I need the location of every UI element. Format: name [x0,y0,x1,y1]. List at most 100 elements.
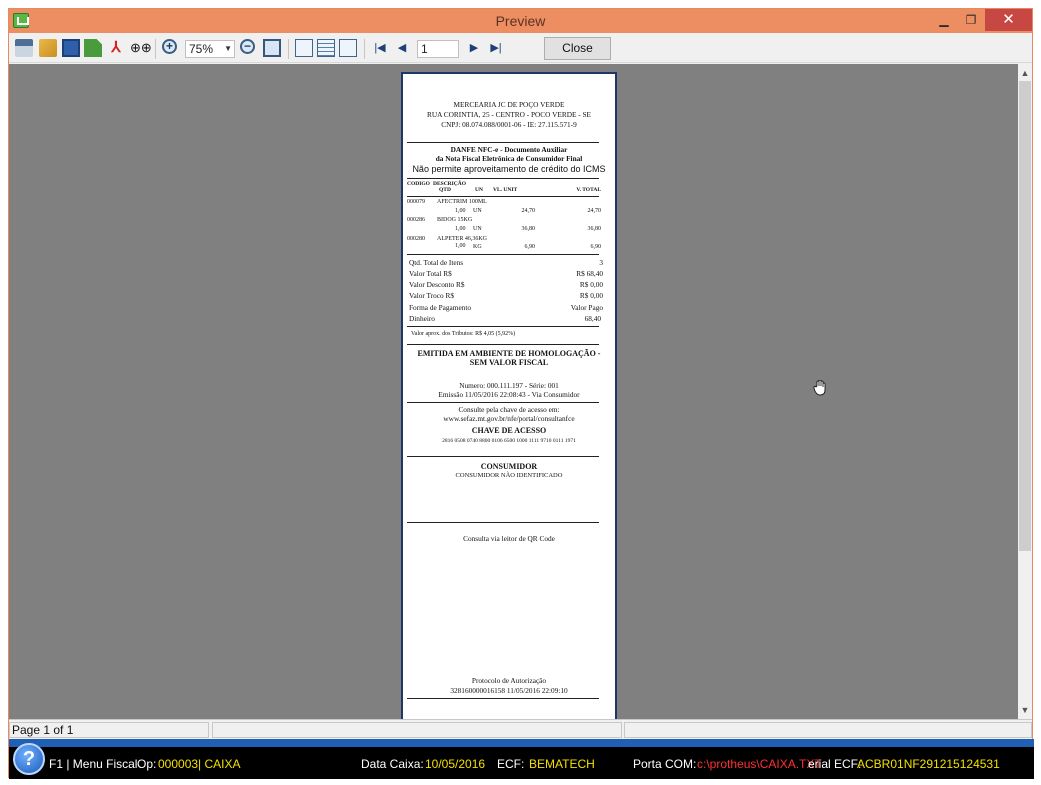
print-icon[interactable] [15,39,33,57]
preview-canvas[interactable]: MERCEARIA JC DE POÇO VERDE RUA CORINTIA,… [9,64,1018,719]
preview-window: Preview ▁ ❐ ✕ ⅄ ⊕⊕ + 75% ▼ − |◀ ◀ 1 ▶ ▶|… [8,8,1034,779]
status-panel-empty [624,722,1032,738]
store-name: MERCEARIA JC DE POÇO VERDE [453,100,565,109]
export-icon[interactable] [84,39,102,57]
total-label: Valor Desconto R$ [409,280,465,289]
consumidor-sub: CONSUMIDOR NÃO IDENTIFICADO [455,472,563,479]
divider [407,344,599,345]
total-value: R$ 0,00 [579,280,603,289]
divider [407,456,599,457]
danfe-title: DANFE NFC-e - Documento Auxiliar [450,145,568,154]
op-value: 000003| CAIXA [158,757,241,771]
serial-ecf-label: erial ECF: [808,757,862,771]
chevron-down-icon: ▼ [224,44,232,53]
qr-label: Consulta via leitor de QR Code [463,534,555,543]
title-bar[interactable]: Preview ▁ ❐ ✕ [9,9,1032,33]
item-qtd: 1,00 [455,243,466,249]
next-page-icon[interactable]: ▶ [465,39,483,57]
single-page-icon[interactable] [295,39,313,57]
close-window-button[interactable]: ✕ [985,9,1032,31]
accent-strip [9,739,1034,747]
data-caixa-value: 10/05/2016 [425,757,486,771]
op-label: Op: [137,757,157,771]
serial-ecf-value: ACBR01NF291215124531 [857,757,1000,771]
maximize-button[interactable]: ❐ [956,9,986,31]
preview-toolbar: ⅄ ⊕⊕ + 75% ▼ − |◀ ◀ 1 ▶ ▶| Close [9,33,1032,63]
divider [407,326,599,327]
status-bar: Page 1 of 1 [9,719,1032,739]
divider [407,142,599,143]
total-label: Valor Troco R$ [409,291,455,300]
menu-fiscal[interactable]: F1 | Menu Fiscal [49,757,137,771]
divider [407,254,599,255]
prev-page-icon[interactable]: ◀ [393,39,411,57]
protocolo-value: 328160000016158 11/05/2016 22:09:10 [450,686,568,695]
nfce-numero: Numero: 000.111.197 - Série: 001 [459,381,559,390]
close-button[interactable]: Close [544,37,611,60]
divider [407,402,599,403]
zoom-value: 75% [189,42,214,56]
page-number-input[interactable]: 1 [417,40,459,58]
status-panel-empty [212,722,622,738]
icms-note: Não permite aproveitamento de crédito do… [412,164,606,174]
first-page-icon[interactable]: |◀ [371,39,389,57]
payment-value-label: Valor Pago [570,303,603,312]
item-code: 000079 [407,199,425,205]
consulta-url: www.sefaz.mt.gov.br/nfe/portal/consultan… [443,414,575,423]
chave-acesso: 2816 0508 0740 8800 0106 6500 1000 1111 … [442,438,576,444]
zoom-out-icon[interactable]: − [240,39,255,54]
minimize-button[interactable]: ▁ [929,9,959,31]
item-qtd: 1,00 [455,226,466,232]
item-un: KG [473,244,482,250]
divider [407,196,599,197]
consulta-text: Consulte pela chave de acesso em: [458,405,560,414]
item-unit: 24,70 [521,208,536,214]
store-address: RUA CORINTIA, 25 - CENTRO - POCO VERDE -… [426,110,592,119]
porta-com-label: Porta COM: [633,757,697,771]
item-desc: AFECTRIM 100ML [437,199,487,205]
toolbar-separator [288,39,289,59]
scroll-up-icon[interactable]: ▲ [1018,66,1032,80]
open-icon[interactable] [39,39,57,57]
toolbar-separator [155,39,156,59]
item-un: UN [473,208,482,214]
divider [407,522,599,523]
hand-cursor-icon [813,380,826,396]
item-total: 6,90 [590,244,602,250]
data-caixa-label: Data Caixa: [361,757,424,771]
last-page-icon[interactable]: ▶| [487,39,505,57]
divider [407,178,599,179]
fit-page-icon[interactable] [263,39,281,57]
zoom-select[interactable]: 75% ▼ [185,40,235,58]
col-vl-total: V. TOTAL [576,187,601,193]
help-button[interactable]: ? [13,743,45,775]
total-label: Valor Total R$ [409,269,452,278]
danfe-subtitle: da Nota Fiscal Eletrônica de Consumidor … [435,154,583,163]
find-icon[interactable]: ⊕⊕ [130,39,152,57]
ecf-label: ECF: [497,757,525,771]
page-status: Page 1 of 1 [9,722,209,738]
book-view-icon[interactable] [339,39,357,57]
chave-title: CHAVE DE ACESSO [471,426,547,435]
item-code: 000280 [407,236,425,242]
total-value: 3 [599,258,603,267]
protocolo-title: Protocolo de Autorização [471,676,547,685]
scroll-thumb[interactable] [1019,81,1031,551]
tributos: Valor aprox. dos Tributos: R$ 4,05 (5,92… [411,331,516,337]
item-un: UN [473,226,482,232]
total-label: Qtd. Total de Itens [409,258,464,267]
multi-page-icon[interactable] [317,39,335,57]
homolog-line1: EMITIDA EM AMBIENTE DE HOMOLOGAÇÃO - [417,349,601,358]
payment-method: Dinheiro [409,314,435,323]
vertical-scrollbar[interactable]: ▲ ▼ [1018,64,1032,719]
save-icon[interactable] [62,39,80,57]
item-qtd: 1,00 [455,208,466,214]
pdf-icon[interactable]: ⅄ [107,39,125,57]
zoom-in-icon[interactable]: + [162,39,177,54]
scroll-down-icon[interactable]: ▼ [1018,703,1032,717]
consumidor-title: CONSUMIDOR [480,462,538,471]
total-value: R$ 0,00 [579,291,603,300]
item-code: 000286 [407,217,425,223]
item-unit: 36,80 [521,226,536,232]
nfce-emissao: Emissão 11/05/2016 22:08:43 - Via Consum… [438,390,580,399]
